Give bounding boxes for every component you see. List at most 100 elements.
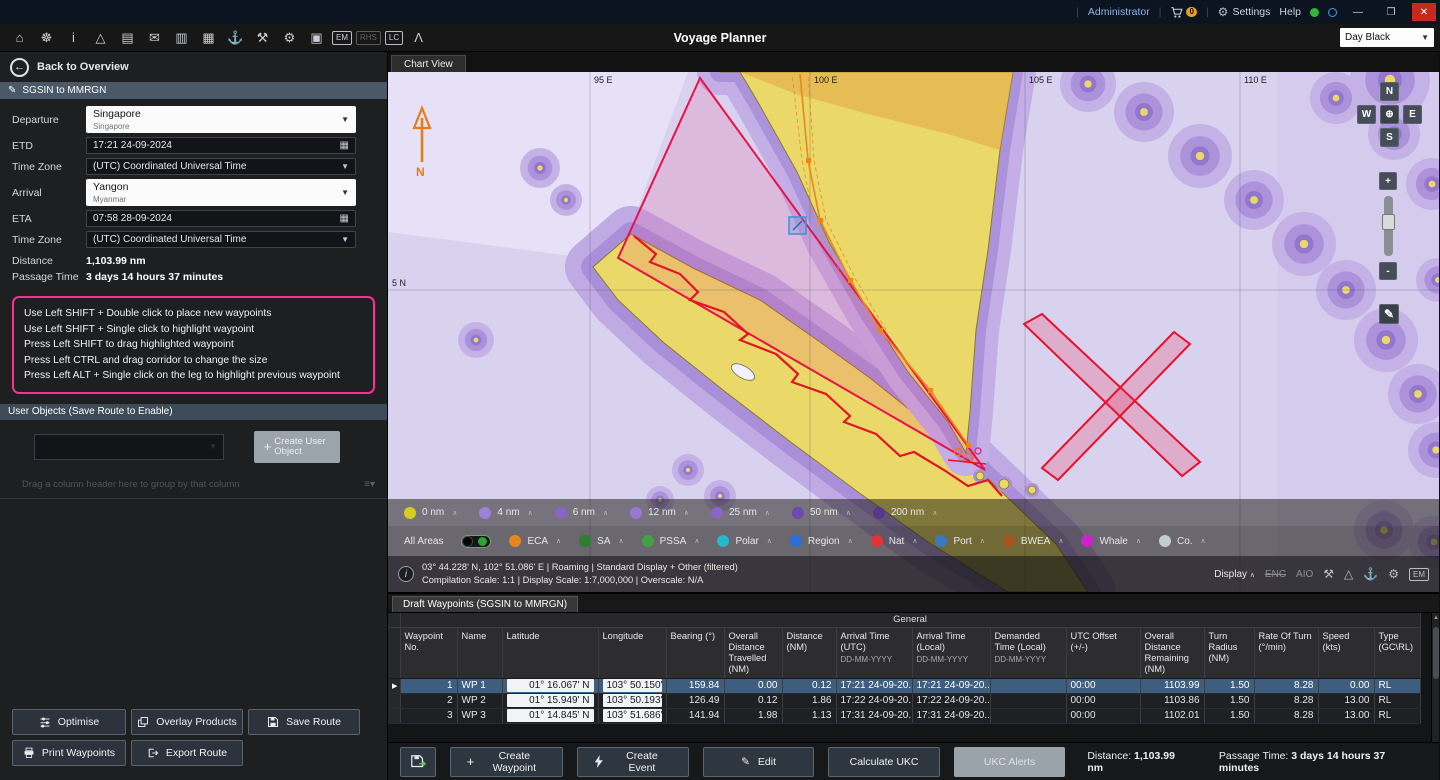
cell[interactable]: 0.00 xyxy=(724,678,782,693)
row-selector[interactable] xyxy=(388,708,400,723)
row-selector[interactable]: ▶ xyxy=(388,678,400,693)
cell[interactable]: 1.86 xyxy=(782,693,836,708)
area-legend-item[interactable]: Polar∧ xyxy=(717,535,771,547)
save-route-button[interactable]: Save Route xyxy=(248,709,360,735)
cell[interactable]: 01° 16.067' N xyxy=(502,678,598,693)
cell[interactable]: 17:21 24-09-20... xyxy=(836,678,912,693)
cell[interactable]: 8.28 xyxy=(1254,678,1318,693)
range-legend-item[interactable]: 4 nm∧ xyxy=(479,507,532,519)
arrival-select[interactable]: Yangon Myanmar ▼ xyxy=(86,179,356,206)
cell[interactable] xyxy=(990,678,1066,693)
cell[interactable]: 13.00 xyxy=(1318,708,1374,723)
column-header[interactable]: Type (GC\RL) xyxy=(1374,627,1420,678)
export-route-button[interactable]: Export Route xyxy=(131,740,243,766)
cell[interactable]: 141.94 xyxy=(666,708,724,723)
cell[interactable]: 0.12 xyxy=(724,693,782,708)
cell[interactable]: 01° 14.845' N xyxy=(502,708,598,723)
cell[interactable]: 00:00 xyxy=(1066,708,1140,723)
area-legend-item[interactable]: Co.∧ xyxy=(1159,535,1206,547)
cell[interactable]: 8.28 xyxy=(1254,693,1318,708)
center-ship-button[interactable]: ⊕ xyxy=(1380,105,1399,124)
column-header[interactable]: Latitude xyxy=(502,627,598,678)
cell[interactable]: 1103.86 xyxy=(1140,693,1204,708)
waypoint-row[interactable]: ▶1WP 101° 16.067' N103° 50.150' E159.840… xyxy=(388,678,1420,693)
display-menu[interactable]: Display ∧ xyxy=(1214,569,1255,580)
cell[interactable]: 1103.99 xyxy=(1140,678,1204,693)
waypoint-row[interactable]: 3WP 301° 14.845' N103° 51.686' E141.941.… xyxy=(388,708,1420,723)
range-legend-item[interactable]: 0 nm∧ xyxy=(404,507,457,519)
settings-button[interactable]: ⚙ Settings xyxy=(1218,5,1271,19)
collapse-icon[interactable]: ∧ xyxy=(1136,537,1141,545)
cell[interactable]: 13.00 xyxy=(1318,693,1374,708)
cell[interactable]: 01° 15.949' N xyxy=(502,693,598,708)
cell[interactable]: 17:31 24-09-20... xyxy=(836,708,912,723)
zoom-slider-handle[interactable] xyxy=(1382,214,1395,230)
range-legend-item[interactable]: 25 nm∧ xyxy=(711,507,770,519)
area-legend-item[interactable]: Region∧ xyxy=(790,535,853,547)
cell[interactable] xyxy=(990,708,1066,723)
area-legend-item[interactable]: PSSA∧ xyxy=(642,535,700,547)
cell[interactable]: 103° 50.193' E xyxy=(598,693,666,708)
cell[interactable]: 17:22 24-09-20... xyxy=(836,693,912,708)
cell[interactable]: RL xyxy=(1374,678,1420,693)
help-button[interactable]: Help xyxy=(1279,6,1301,18)
pan-east-button[interactable]: E xyxy=(1403,105,1422,124)
create-user-object-button[interactable]: + Create User Object xyxy=(254,431,340,463)
waypoint-row[interactable]: 2WP 201° 15.949' N103° 50.193' E126.490.… xyxy=(388,693,1420,708)
cell[interactable]: 3 xyxy=(400,708,457,723)
scroll-up-icon[interactable]: ▲ xyxy=(1432,615,1439,621)
create-waypoint-button[interactable]: + Create Waypoint xyxy=(450,747,564,777)
column-header[interactable]: Name xyxy=(457,627,502,678)
waypoints-table[interactable]: GeneralWaypoint No.NameLatitudeLongitude… xyxy=(388,613,1421,724)
overlay-products-button[interactable]: Overlay Products xyxy=(131,709,243,735)
table-scrollbar[interactable]: ▲ xyxy=(1431,613,1439,742)
cell[interactable]: 103° 50.150' E xyxy=(598,678,666,693)
anchor-icon[interactable]: ⚓ xyxy=(224,28,247,48)
column-header[interactable]: Demanded Time (Local)DD-MM-YYYY xyxy=(990,627,1066,678)
column-header[interactable]: Arrival Time (Local)DD-MM-YYYY xyxy=(912,627,990,678)
column-header[interactable]: Bearing (°) xyxy=(666,627,724,678)
close-button[interactable]: ✕ xyxy=(1412,3,1436,21)
timezone2-select[interactable]: (UTC) Coordinated Universal Time ▼ xyxy=(86,231,356,248)
port-services-icon[interactable]: ⚒ xyxy=(251,28,274,48)
cell[interactable]: 1102.01 xyxy=(1140,708,1204,723)
info-icon[interactable]: i xyxy=(398,566,414,582)
cart-button[interactable]: 0 xyxy=(1170,6,1196,19)
column-menu-icon[interactable]: ≡▾ xyxy=(364,479,375,490)
collapse-icon[interactable]: ∧ xyxy=(765,509,770,517)
warnings-icon[interactable]: △ xyxy=(89,28,112,48)
em-badge[interactable]: EM xyxy=(1409,568,1429,581)
calculate-ukc-button[interactable]: Calculate UKC xyxy=(828,747,940,777)
range-legend-item[interactable]: 200 nm∧ xyxy=(873,507,937,519)
range-legend-item[interactable]: 50 nm∧ xyxy=(792,507,851,519)
collapse-icon[interactable]: ∧ xyxy=(684,509,689,517)
calendar-icon[interactable]: ▦ xyxy=(340,140,349,151)
column-header[interactable]: Distance (NM) xyxy=(782,627,836,678)
collapse-icon[interactable]: ∧ xyxy=(1058,537,1063,545)
edit-route-icon[interactable]: ✎ xyxy=(8,85,16,96)
column-header[interactable]: Longitude xyxy=(598,627,666,678)
zoom-out-button[interactable]: - xyxy=(1379,262,1397,280)
collapse-icon[interactable]: ∧ xyxy=(912,537,917,545)
cell[interactable]: 159.84 xyxy=(666,678,724,693)
info-icon[interactable]: i xyxy=(62,28,85,48)
catalogue-icon[interactable]: ▥ xyxy=(170,28,193,48)
minimize-button[interactable]: — xyxy=(1346,3,1370,21)
cell[interactable]: 1.98 xyxy=(724,708,782,723)
collapse-icon[interactable]: ∧ xyxy=(694,537,699,545)
row-selector[interactable] xyxy=(388,693,400,708)
highlighted-waypoint-marker[interactable] xyxy=(789,217,806,234)
collapse-icon[interactable]: ∧ xyxy=(932,509,937,517)
area-legend-item[interactable]: Nat∧ xyxy=(871,535,918,547)
cell[interactable]: 1.50 xyxy=(1204,678,1254,693)
area-legend-item[interactable]: Whale∧ xyxy=(1081,535,1140,547)
cell[interactable] xyxy=(990,693,1066,708)
publications-icon[interactable]: ▦ xyxy=(197,28,220,48)
collapse-icon[interactable]: ∧ xyxy=(619,537,624,545)
draw-tool-button[interactable]: ✎ xyxy=(1379,304,1399,324)
collapse-icon[interactable]: ∧ xyxy=(848,537,853,545)
cell[interactable]: 1.50 xyxy=(1204,708,1254,723)
rhs-toolbar-badge[interactable]: RHS xyxy=(356,31,381,45)
mail-icon[interactable]: ✉ xyxy=(143,28,166,48)
collapse-icon[interactable]: ∧ xyxy=(452,509,457,517)
